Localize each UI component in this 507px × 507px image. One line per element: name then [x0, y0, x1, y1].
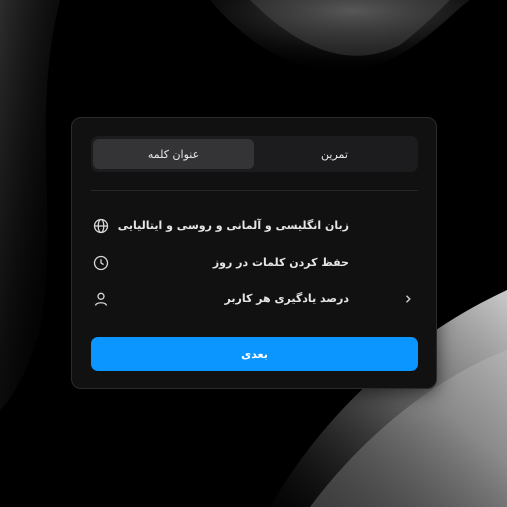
feature-label: زبان انگلیسی و آلمانی و روسی و ایتالیایی: [117, 219, 349, 232]
tab-word-title-label: عنوان کلمه: [147, 147, 200, 161]
feature-label: درصد یادگیری هر کاربر: [224, 292, 349, 305]
divider: [91, 190, 418, 191]
next-button-label: بعدی: [241, 347, 268, 361]
tab-practice[interactable]: تمرین: [254, 139, 415, 169]
segmented-tabs: عنوان کلمه تمرین: [91, 136, 418, 172]
feature-row-daily-words: حفظ کردن کلمات در روز: [91, 251, 418, 275]
clock-icon: [91, 253, 111, 273]
globe-icon: [91, 216, 111, 236]
feature-row-learning-progress[interactable]: درصد یادگیری هر کاربر: [91, 287, 418, 311]
next-button[interactable]: بعدی: [91, 337, 418, 371]
tab-word-title[interactable]: عنوان کلمه: [93, 139, 254, 169]
feature-row-languages: زبان انگلیسی و آلمانی و روسی و ایتالیایی: [91, 214, 418, 238]
chevron-right-icon[interactable]: [398, 289, 418, 309]
feature-label: حفظ کردن کلمات در روز: [212, 256, 349, 269]
tab-practice-label: تمرین: [321, 147, 348, 161]
user-icon: [91, 289, 111, 309]
onboarding-card: عنوان کلمه تمرین زبان انگلیسی و آلمانی و…: [71, 117, 437, 389]
